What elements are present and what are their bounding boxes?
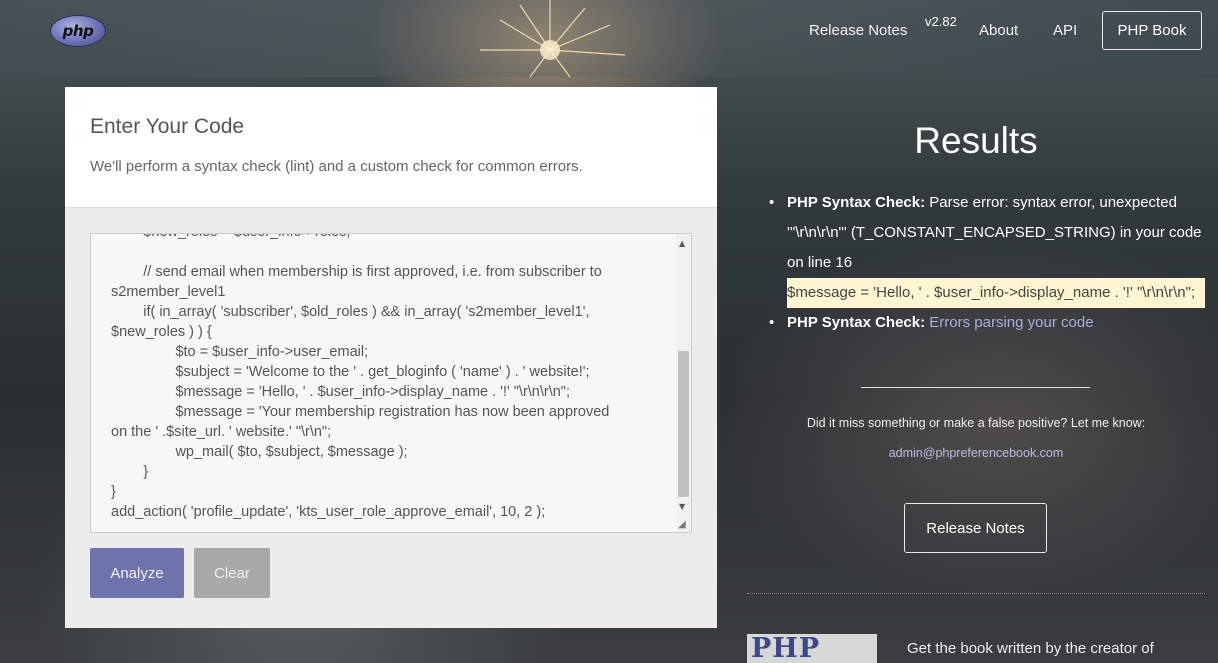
errors-parsing-link[interactable]: Errors parsing your code xyxy=(929,314,1093,331)
scroll-thumb[interactable] xyxy=(678,351,689,497)
error-line-highlight: $message = 'Hello, ' . $user_info->displ… xyxy=(787,278,1205,308)
feedback-text: Did it miss something or make a false po… xyxy=(806,416,1146,430)
code-line: $new_roles = $user_info->roles; xyxy=(111,234,671,242)
nav-about-link[interactable]: About xyxy=(979,22,1018,39)
code-line: } xyxy=(111,464,149,480)
result-item: • PHP Syntax Check: Errors parsing your … xyxy=(767,308,1205,338)
code-line: } xyxy=(111,484,116,500)
nav-release-notes-link[interactable]: Release Notes xyxy=(809,22,907,39)
panel-subtitle: We'll perform a syntax check (lint) and … xyxy=(90,158,583,175)
analyze-button[interactable]: Analyze xyxy=(90,548,184,598)
resize-handle-icon[interactable]: ◢ xyxy=(678,519,690,531)
results-list: • PHP Syntax Check: Parse error: syntax … xyxy=(767,188,1205,338)
code-line: on the ' .$site_url. ' website.' "\r\n"; xyxy=(111,424,332,440)
code-line: wp_mail( $to, $subject, $message ); xyxy=(111,444,408,460)
results-divider xyxy=(861,387,1090,388)
code-textarea[interactable]: $new_roles = $user_info->roles; // send … xyxy=(90,233,692,533)
nav-api-link[interactable]: API xyxy=(1053,22,1077,39)
code-line: if( in_array( 'subscriber', $old_roles )… xyxy=(111,304,590,320)
book-promo-text: Get the book written by the creator of xyxy=(907,640,1154,657)
result-label: PHP Syntax Check: xyxy=(787,194,926,211)
release-notes-button[interactable]: Release Notes xyxy=(904,503,1047,553)
code-panel-header: Enter Your Code We'll perform a syntax c… xyxy=(65,87,717,208)
result-item: • PHP Syntax Check: Parse error: syntax … xyxy=(767,188,1205,308)
version-label: v2.82 xyxy=(925,14,957,29)
code-line: $new_roles ) ) { xyxy=(111,324,212,340)
code-line: // send email when membership is first a… xyxy=(111,264,602,280)
nav-php-book-button[interactable]: PHP Book xyxy=(1102,11,1202,50)
panel-title: Enter Your Code xyxy=(90,115,245,138)
code-line: $subject = 'Welcome to the ' . get_blogi… xyxy=(111,364,590,380)
php-book-cover-image[interactable]: PHP xyxy=(747,634,877,663)
code-line: s2member_level1 xyxy=(111,284,226,300)
bullet-icon: • xyxy=(769,194,775,211)
code-line: $to = $user_info->user_email; xyxy=(111,344,369,360)
result-label: PHP Syntax Check: xyxy=(787,314,926,331)
code-panel: Enter Your Code We'll perform a syntax c… xyxy=(65,87,717,628)
textarea-scrollbar[interactable]: ▲ ▼ xyxy=(676,234,691,532)
section-divider xyxy=(747,593,1205,594)
bullet-icon: • xyxy=(769,314,775,331)
code-content[interactable]: $new_roles = $user_info->roles; // send … xyxy=(111,234,671,522)
scroll-down-arrow-icon[interactable]: ▼ xyxy=(679,502,685,511)
code-line: $message = 'Hello, ' . $user_info->displ… xyxy=(111,384,570,400)
php-logo[interactable]: php xyxy=(50,15,106,47)
scroll-up-arrow-icon[interactable]: ▲ xyxy=(679,239,685,248)
clear-button[interactable]: Clear xyxy=(194,548,270,598)
contact-email-link[interactable]: admin@phpreferencebook.com xyxy=(747,446,1205,460)
top-navbar xyxy=(0,0,1218,77)
code-line: $message = 'Your membership registration… xyxy=(111,404,610,420)
code-line: add_action( 'profile_update', 'kts_user_… xyxy=(111,504,546,520)
results-title: Results xyxy=(914,120,1038,161)
